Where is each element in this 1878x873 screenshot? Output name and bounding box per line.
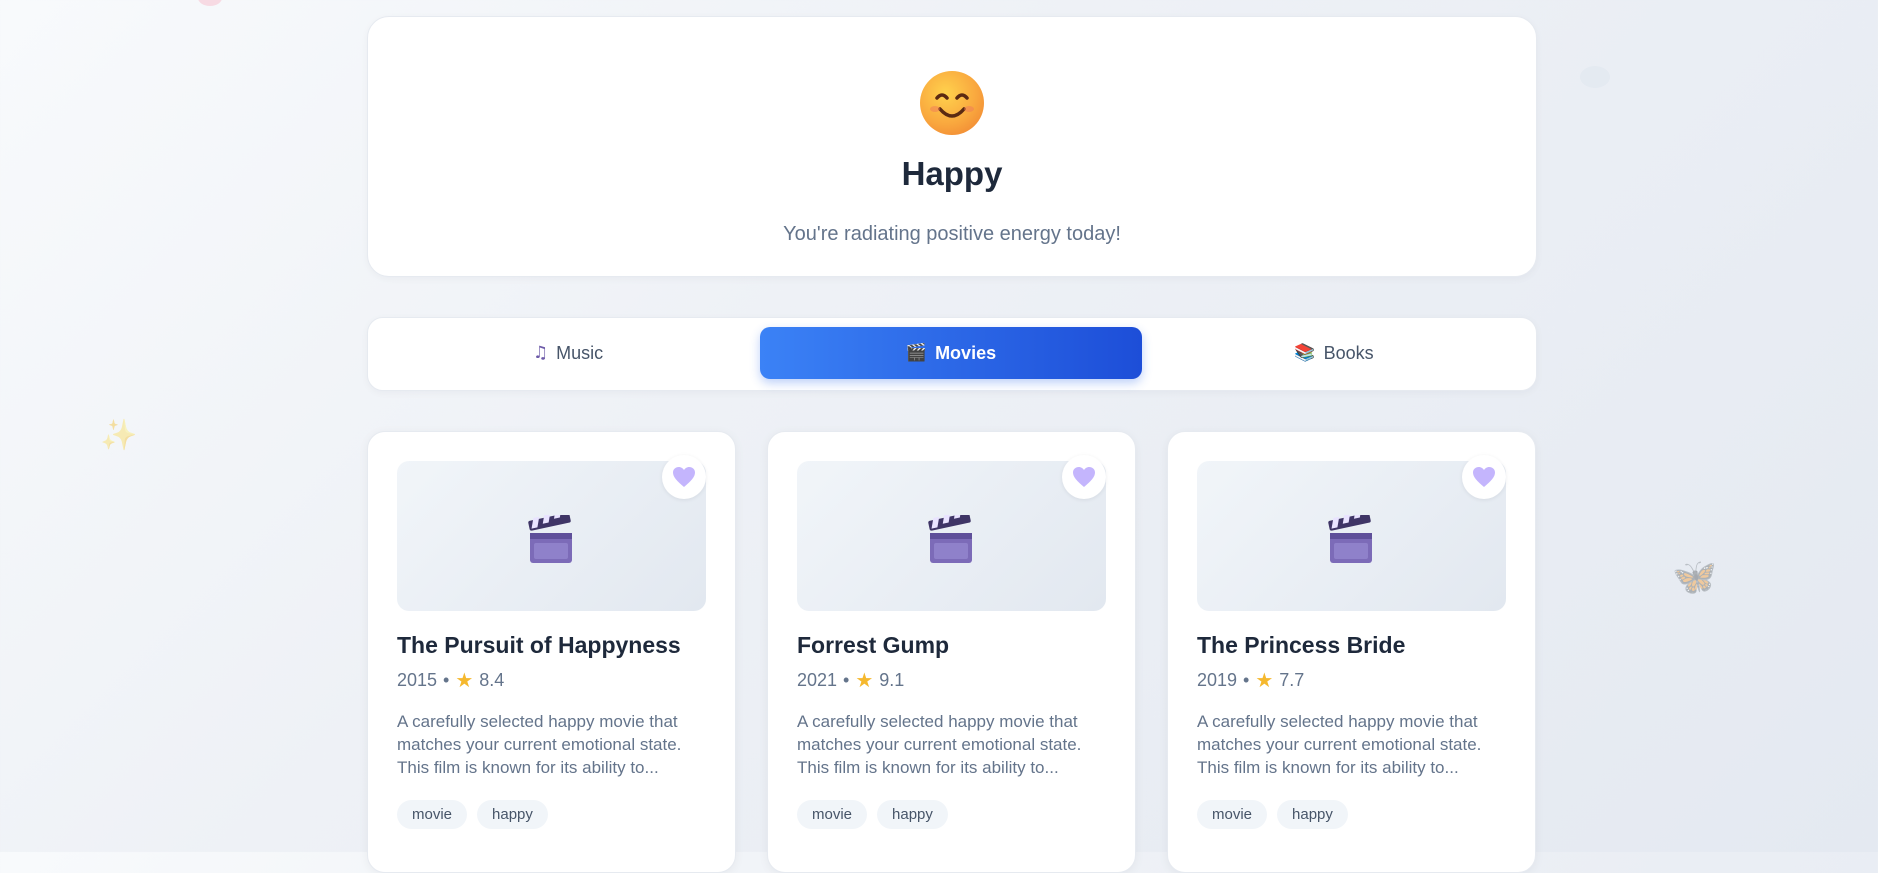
separator-dot: • <box>843 669 850 690</box>
movie-card[interactable]: Forrest Gump 2021 • ★ 9.1 A carefully se… <box>767 431 1136 873</box>
smiling-face-icon <box>920 71 984 135</box>
movie-description: A carefully selected happy movie that ma… <box>397 712 682 777</box>
favorite-button[interactable] <box>662 455 706 499</box>
tag-chip[interactable]: happy <box>877 800 948 829</box>
category-tabs: ♫ Music 🎬 Movies 📚 Books <box>367 317 1537 391</box>
favorite-button[interactable] <box>1462 455 1506 499</box>
movie-tags: movie happy <box>397 800 548 829</box>
separator-dot: • <box>1243 669 1250 690</box>
movie-year: 2021 <box>797 669 838 690</box>
star-icon: ★ <box>1255 668 1274 692</box>
movie-tags: movie happy <box>1197 800 1348 829</box>
movie-description: A carefully selected happy movie that ma… <box>797 712 1082 777</box>
tab-books-label: Books <box>1323 342 1374 363</box>
movie-thumbnail <box>1197 455 1506 611</box>
tag-chip[interactable]: happy <box>477 800 548 829</box>
tag-chip[interactable]: movie <box>397 800 468 829</box>
movie-year: 2019 <box>1197 669 1238 690</box>
books-icon: 📚 <box>1294 343 1316 363</box>
flower-decoration-icon <box>198 0 222 6</box>
movie-title: The Princess Bride <box>1197 632 1406 658</box>
clapperboard-icon <box>928 515 972 563</box>
movie-rating: 9.1 <box>879 669 905 690</box>
movie-tags: movie happy <box>797 800 948 829</box>
tab-movies[interactable]: 🎬 Movies <box>760 327 1142 379</box>
heart-icon <box>1073 467 1095 487</box>
tab-movies-label: Movies <box>935 342 997 363</box>
tab-music-label: Music <box>556 342 604 363</box>
favorite-button[interactable] <box>1062 455 1106 499</box>
movie-meta: 2019 • ★ 7.7 <box>1197 668 1304 692</box>
tab-music[interactable]: ♫ Music <box>377 327 759 379</box>
movie-card[interactable]: The Pursuit of Happyness 2015 • ★ 8.4 A … <box>367 431 736 873</box>
movie-thumbnail <box>397 455 706 611</box>
star-icon: ★ <box>455 668 474 692</box>
tag-chip[interactable]: happy <box>1277 800 1348 829</box>
movie-description: A carefully selected happy movie that ma… <box>1197 712 1482 777</box>
movie-meta: 2021 • ★ 9.1 <box>797 668 904 692</box>
clapperboard-icon: 🎬 <box>905 343 928 363</box>
movie-rating: 7.7 <box>1279 669 1305 690</box>
music-note-icon: ♫ <box>532 343 549 363</box>
movie-year: 2015 <box>397 669 438 690</box>
cloud-icon <box>1580 66 1610 88</box>
mood-title: Happy <box>901 155 1003 192</box>
movie-meta: 2015 • ★ 8.4 <box>397 668 504 692</box>
movie-thumbnail <box>797 455 1106 611</box>
movie-title: Forrest Gump <box>797 632 950 658</box>
butterfly-icon: 🦋 <box>1672 557 1717 598</box>
clapperboard-icon <box>1328 515 1372 563</box>
sparkle-icon: ✨ <box>100 418 138 453</box>
movie-title: The Pursuit of Happyness <box>397 632 681 658</box>
heart-icon <box>1473 467 1495 487</box>
tab-books[interactable]: 📚 Books <box>1143 327 1525 379</box>
tag-chip[interactable]: movie <box>1197 800 1268 829</box>
movie-rating: 8.4 <box>479 669 505 690</box>
movie-card[interactable]: The Princess Bride 2019 • ★ 7.7 A carefu… <box>1167 431 1536 873</box>
mood-card: Happy You're radiating positive energy t… <box>367 16 1537 277</box>
mood-subtitle: You're radiating positive energy today! <box>783 223 1121 245</box>
clapperboard-icon <box>528 515 572 563</box>
star-icon: ★ <box>855 668 874 692</box>
tag-chip[interactable]: movie <box>797 800 868 829</box>
heart-icon <box>673 467 695 487</box>
separator-dot: • <box>443 669 450 690</box>
